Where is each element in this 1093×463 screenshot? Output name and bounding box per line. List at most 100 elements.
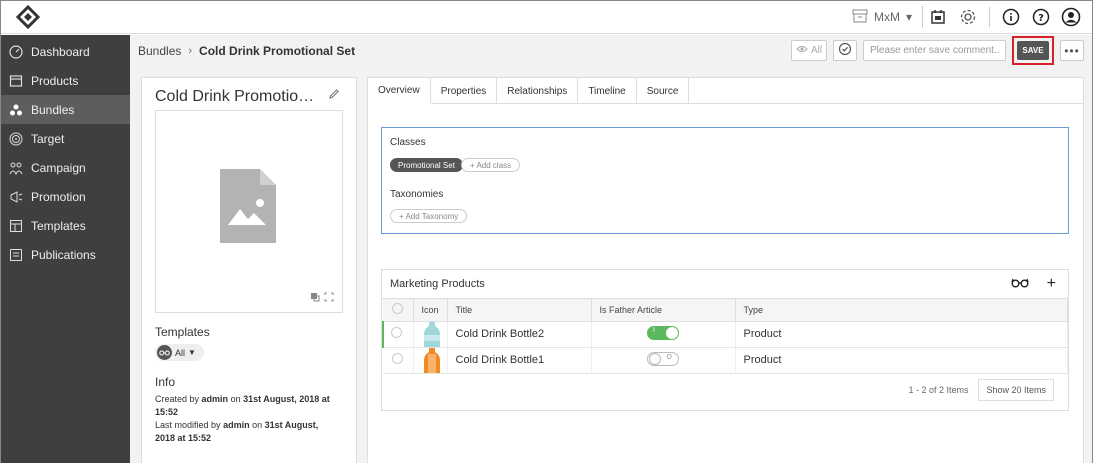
glasses-view-icon[interactable]: [1011, 278, 1029, 291]
save-button[interactable]: SAVE: [1017, 41, 1049, 60]
info-label: Info: [155, 375, 176, 389]
sidebar-item-products[interactable]: Products: [1, 66, 130, 95]
sidebar-item-campaign[interactable]: Campaign: [1, 153, 130, 182]
tab-timeline[interactable]: Timeline: [578, 78, 637, 104]
sidebar-item-target[interactable]: Target: [1, 124, 130, 153]
bundles-icon: [9, 103, 23, 117]
item-count: 1 - 2 of 2 Items: [908, 385, 969, 395]
info-icon[interactable]: [998, 4, 1024, 30]
calendar-icon[interactable]: [925, 4, 951, 30]
row-select-cell: [382, 321, 414, 348]
approve-button[interactable]: [833, 40, 857, 61]
templates-select[interactable]: All ▼: [155, 344, 204, 361]
archive-icon: [852, 9, 868, 26]
row-title[interactable]: Cold Drink Bottle1: [447, 347, 592, 374]
sidebar-item-label: Publications: [31, 247, 96, 262]
app-logo-icon[interactable]: [13, 2, 43, 32]
marketing-products-header: Marketing Products +: [382, 270, 1068, 299]
tab-relationships[interactable]: Relationships: [497, 78, 579, 104]
father-article-toggle[interactable]: O: [647, 351, 679, 366]
table-row[interactable]: Cold Drink Bottle2 I Product: [382, 321, 1068, 348]
templates-label: Templates: [155, 325, 210, 339]
save-button-highlight: SAVE: [1012, 36, 1054, 65]
tab-source[interactable]: Source: [637, 78, 690, 104]
row-checkbox[interactable]: [391, 327, 402, 338]
row-father-cell: I: [591, 321, 736, 348]
table-row[interactable]: Cold Drink Bottle1 O Product: [383, 347, 1068, 374]
user-avatar-icon[interactable]: [1058, 4, 1084, 30]
templates-icon: [9, 219, 23, 233]
select-all-cell: [383, 299, 414, 322]
target-icon: [9, 132, 23, 146]
dashboard-icon: [9, 44, 23, 59]
page-header: Bundles › Cold Drink Promotional Set All…: [130, 35, 1092, 66]
breadcrumb-current: Cold Drink Promotional Set: [199, 43, 356, 58]
sidebar-item-publications[interactable]: Publications: [1, 240, 130, 269]
created-on: on: [230, 394, 241, 404]
sidebar-item-dashboard[interactable]: Dashboard: [1, 37, 130, 66]
chevron-down-icon: ▾: [905, 10, 912, 24]
toggle-label: O: [666, 353, 672, 361]
tab-properties[interactable]: Properties: [431, 78, 498, 104]
bottle-thumbnail-icon: [423, 321, 440, 347]
sidebar-item-templates[interactable]: Templates: [1, 211, 130, 240]
org-label: MxM: [873, 10, 900, 24]
row-type: Product: [735, 321, 1068, 348]
help-icon[interactable]: ?: [1028, 4, 1054, 30]
visibility-all-button[interactable]: All: [791, 40, 827, 61]
pencil-icon[interactable]: [328, 88, 340, 103]
bundle-detail-panel: Overview Properties Relationships Timeli…: [367, 77, 1084, 463]
row-select-cell: [383, 347, 414, 374]
modified-time: 2018 at 15:52: [155, 433, 212, 443]
sidebar-item-bundles[interactable]: Bundles: [1, 95, 130, 124]
row-checkbox[interactable]: [392, 353, 403, 364]
column-header-title[interactable]: Title: [447, 299, 592, 322]
row-icon-cell: [413, 347, 448, 374]
sidebar-item-label: Bundles: [31, 102, 75, 117]
column-header-father[interactable]: Is Father Article: [591, 299, 736, 322]
row-icon-cell: [413, 321, 448, 348]
sidebar-item-promotion[interactable]: Promotion: [1, 182, 130, 211]
taxonomies-label: Taxonomies: [390, 189, 444, 200]
add-taxonomy-button[interactable]: + Add Taxonomy: [390, 209, 468, 223]
row-title[interactable]: Cold Drink Bottle2: [447, 321, 592, 348]
org-selector[interactable]: MxM ▾: [842, 6, 923, 28]
products-icon: [9, 74, 23, 88]
sidebar-item-label: Templates: [31, 218, 86, 233]
table-footer: 1 - 2 of 2 Items Show 20 Items: [908, 379, 1054, 401]
bundle-title: Cold Drink Promotiona...: [155, 88, 315, 105]
father-article-toggle[interactable]: I: [647, 325, 679, 340]
modified-date: 31st August,: [264, 420, 319, 430]
eye-icon: [796, 45, 808, 56]
sidebar-item-label: Dashboard: [31, 44, 90, 59]
more-options-button[interactable]: •••: [1060, 40, 1084, 61]
column-header-icon[interactable]: Icon: [413, 299, 448, 322]
select-all-checkbox[interactable]: [392, 303, 403, 315]
marketing-products-section: Marketing Products + Icon Title Is Fathe…: [381, 269, 1069, 411]
add-class-button[interactable]: + Add class: [461, 158, 521, 172]
show-items-button[interactable]: Show 20 Items: [978, 379, 1054, 401]
svg-text:?: ?: [1038, 13, 1044, 24]
checkmark-badge-icon: [838, 42, 852, 59]
modified-user: admin: [223, 420, 250, 430]
breadcrumb-parent[interactable]: Bundles: [138, 44, 181, 58]
save-comment-input[interactable]: [863, 40, 1006, 61]
chevron-right-icon: ›: [188, 44, 193, 57]
row-type: Product: [735, 347, 1068, 374]
image-tools: [310, 292, 334, 304]
fullscreen-icon[interactable]: [324, 292, 334, 304]
bundle-image[interactable]: [155, 110, 343, 313]
add-icon[interactable]: +: [1047, 275, 1056, 293]
created-prefix: Created by: [155, 394, 200, 404]
column-header-type[interactable]: Type: [735, 299, 1068, 322]
tab-overview[interactable]: Overview: [368, 78, 431, 104]
glasses-icon: [157, 345, 172, 360]
gear-icon[interactable]: [955, 4, 981, 30]
class-chip[interactable]: Promotional Set: [390, 158, 463, 172]
bundle-summary-panel: Cold Drink Promotiona... Templates All ▼…: [141, 77, 357, 463]
bottle-thumbnail-icon: [423, 347, 440, 373]
modified-prefix: Last modified by: [155, 420, 221, 430]
image-replace-icon[interactable]: [310, 292, 320, 304]
info-details: Created by admin on 31st August, 2018 at…: [155, 393, 350, 445]
visibility-all-label: All: [810, 45, 823, 56]
